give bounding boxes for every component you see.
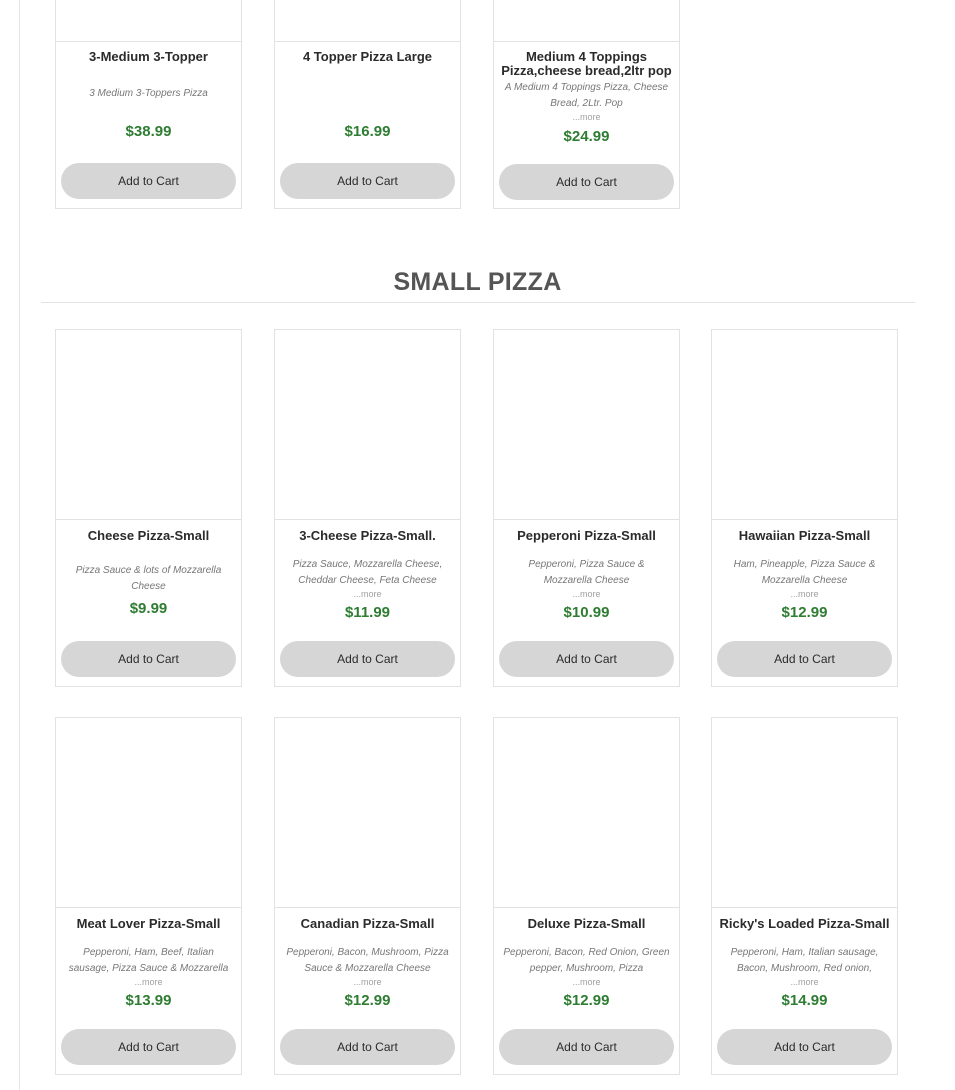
product-price: $12.99 (344, 992, 391, 1009)
add-to-cart-button[interactable]: Add to Cart (280, 163, 455, 199)
section-title: SMALL PIZZA (393, 268, 562, 296)
add-to-cart-button[interactable]: Add to Cart (717, 641, 892, 677)
product-image[interactable] (56, 0, 241, 42)
product-price: $11.99 (344, 604, 391, 621)
product-description: Pepperoni, Ham, Beef, Italian sausage, P… (68, 947, 229, 974)
product-card: 3-Cheese Pizza-Small. Pizza Sauce, Mozza… (274, 329, 461, 687)
add-to-cart-button[interactable]: Add to Cart (499, 1029, 674, 1065)
product-price: $16.99 (344, 123, 391, 140)
add-to-cart-button[interactable]: Add to Cart (499, 641, 674, 677)
product-name[interactable]: Meat Lover Pizza-Small (58, 917, 239, 931)
product-name[interactable]: Medium 4 Toppings Pizza,cheese bread,2lt… (498, 50, 675, 78)
product-card: Hawaiian Pizza-Small Ham, Pineapple, Piz… (711, 329, 898, 687)
product-description: Ham, Pineapple, Pizza Sauce & Mozzarella… (733, 559, 876, 586)
product-name[interactable]: 3-Medium 3-Topper (58, 50, 239, 64)
product-description: Pepperoni, Bacon, Red Onion, Green peppe… (503, 947, 670, 974)
product-card: Deluxe Pizza-Small Pepperoni, Bacon, Red… (493, 717, 680, 1075)
product-image[interactable] (712, 330, 897, 520)
product-name[interactable]: Hawaiian Pizza-Small (714, 529, 895, 543)
product-description: A Medium 4 Toppings Pizza, Cheese Bread,… (504, 82, 669, 109)
product-price: $14.99 (781, 992, 828, 1009)
add-to-cart-button[interactable]: Add to Cart (61, 641, 236, 677)
product-name[interactable]: Cheese Pizza-Small (58, 529, 239, 543)
product-image[interactable] (275, 330, 460, 520)
more-link[interactable]: ...more (712, 589, 897, 599)
product-image[interactable] (275, 0, 460, 42)
add-to-cart-button[interactable]: Add to Cart (717, 1029, 892, 1065)
product-price: $13.99 (125, 992, 172, 1009)
product-card: 3-Medium 3-Topper 3 Medium 3-Toppers Piz… (55, 0, 242, 209)
product-description: Pepperoni, Bacon, Mushroom, Pizza Sauce … (286, 947, 449, 974)
more-link[interactable]: ...more (712, 977, 897, 987)
product-name[interactable]: Pepperoni Pizza-Small (496, 529, 677, 543)
more-link[interactable]: ...more (494, 589, 679, 599)
product-image[interactable] (494, 330, 679, 520)
product-price: $24.99 (563, 128, 610, 145)
product-description: Pepperoni, Pizza Sauce & Mozzarella Chee… (528, 559, 645, 586)
product-image[interactable] (56, 718, 241, 908)
product-name[interactable]: Ricky's Loaded Pizza-Small (714, 917, 895, 931)
product-name[interactable]: Canadian Pizza-Small (277, 917, 458, 931)
product-card: Pepperoni Pizza-Small Pepperoni, Pizza S… (493, 329, 680, 687)
product-price: $12.99 (781, 604, 828, 621)
add-to-cart-button[interactable]: Add to Cart (499, 164, 674, 200)
product-image[interactable] (275, 718, 460, 908)
section-divider (41, 302, 915, 303)
product-name[interactable]: 4 Topper Pizza Large (277, 50, 458, 64)
more-link[interactable]: ...more (275, 589, 460, 599)
product-price: $38.99 (125, 123, 172, 140)
product-price: $10.99 (563, 604, 610, 621)
product-card: Meat Lover Pizza-Small Pepperoni, Ham, B… (55, 717, 242, 1075)
more-link[interactable]: ...more (56, 977, 241, 987)
product-price: $12.99 (563, 992, 610, 1009)
product-card: Canadian Pizza-Small Pepperoni, Bacon, M… (274, 717, 461, 1075)
more-link[interactable]: ...more (494, 977, 679, 987)
product-image[interactable] (712, 718, 897, 908)
product-card: Ricky's Loaded Pizza-Small Pepperoni, Ha… (711, 717, 898, 1075)
product-description: Pepperoni, Ham, Italian sausage, Bacon, … (730, 947, 879, 974)
more-link[interactable]: ...more (275, 977, 460, 987)
product-card: 4 Topper Pizza Large $16.99 Add to Cart (274, 0, 461, 209)
page-left-border (19, 0, 20, 1090)
product-image[interactable] (494, 718, 679, 908)
product-name[interactable]: 3-Cheese Pizza-Small. (277, 529, 458, 543)
add-to-cart-button[interactable]: Add to Cart (61, 1029, 236, 1065)
product-price: $9.99 (129, 600, 168, 617)
add-to-cart-button[interactable]: Add to Cart (61, 163, 236, 199)
add-to-cart-button[interactable]: Add to Cart (280, 641, 455, 677)
product-card: Cheese Pizza-Small Pizza Sauce & lots of… (55, 329, 242, 687)
product-description: 3 Medium 3-Toppers Pizza (89, 88, 208, 99)
product-image[interactable] (494, 0, 679, 42)
add-to-cart-button[interactable]: Add to Cart (280, 1029, 455, 1065)
product-description: Pizza Sauce & lots of Mozzarella Cheese (75, 565, 222, 592)
product-card: Medium 4 Toppings Pizza,cheese bread,2lt… (493, 0, 680, 209)
product-image[interactable] (56, 330, 241, 520)
more-link[interactable]: ...more (494, 112, 679, 122)
product-name[interactable]: Deluxe Pizza-Small (496, 917, 677, 931)
product-description: Pizza Sauce, Mozzarella Cheese, Cheddar … (292, 559, 443, 586)
